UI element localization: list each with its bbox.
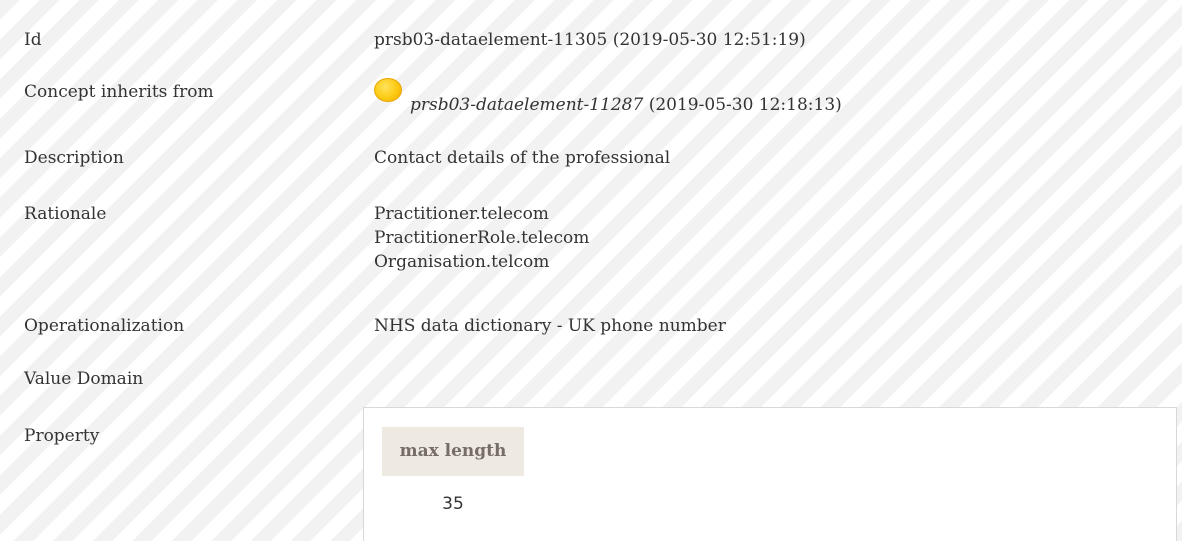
- inherit-circle-icon: [374, 78, 402, 102]
- rationale-line: Practitioner.telecom: [374, 204, 549, 224]
- inherits-label: Concept inherits from: [24, 82, 214, 102]
- description-value: Contact details of the professional: [374, 148, 671, 168]
- id-value: prsb03-dataelement-11305 (2019-05-30 12:…: [374, 30, 806, 50]
- operationalization-value: NHS data dictionary - UK phone number: [374, 316, 726, 336]
- property-max-length-value: 35: [442, 494, 464, 514]
- rationale-line: Organisation.telcom: [374, 252, 550, 272]
- property-column-header: max length: [382, 427, 524, 476]
- rationale-value: Practitioner.telecom PractitionerRole.te…: [374, 202, 589, 274]
- rationale-label: Rationale: [24, 204, 107, 224]
- id-label: Id: [24, 30, 42, 50]
- rationale-line: PractitionerRole.telecom: [374, 228, 590, 248]
- inherits-date: (2019-05-30 12:18:13): [643, 95, 842, 115]
- value-domain-label: Value Domain: [24, 369, 144, 389]
- property-label: Property: [24, 426, 100, 446]
- description-label: Description: [24, 148, 124, 168]
- property-panel: max length 35: [363, 407, 1177, 541]
- inherits-value: prsb03-dataelement-11287 (2019-05-30 12:…: [374, 78, 842, 117]
- inherits-concept-link[interactable]: prsb03-dataelement-11287: [410, 95, 643, 115]
- operationalization-label: Operationalization: [24, 316, 185, 336]
- concept-details-page: Id prsb03-dataelement-11305 (2019-05-30 …: [0, 0, 1182, 541]
